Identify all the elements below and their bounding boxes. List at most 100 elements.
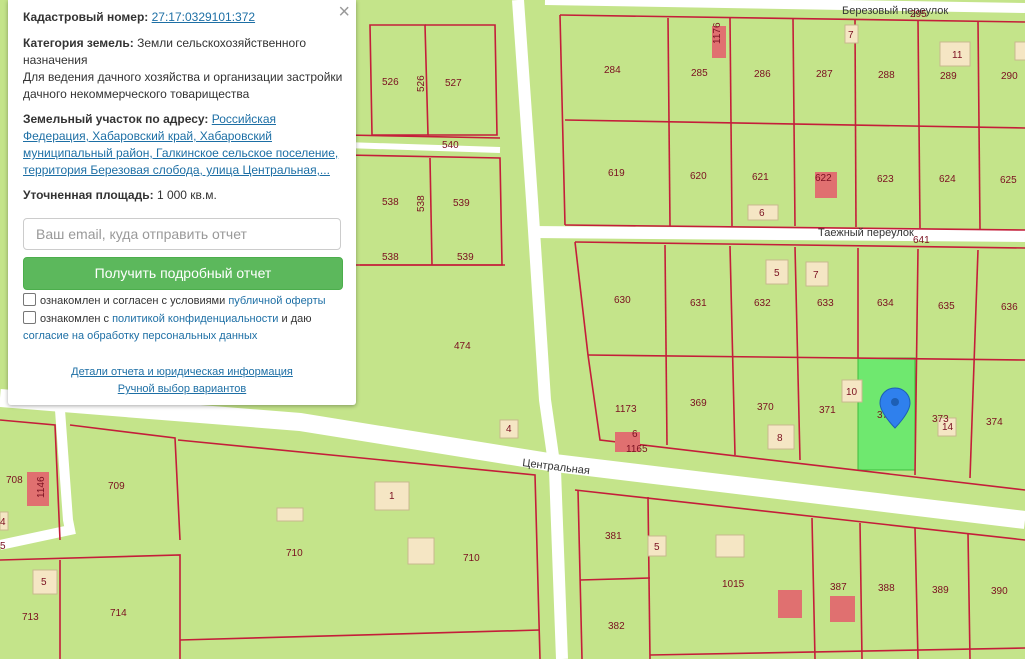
parcel-label: 1165 [626,444,648,455]
parcel-label: 369 [690,398,707,409]
parcel-label: 621 [752,172,769,183]
parcel-label: 287 [816,69,833,80]
parcel-label: 389 [932,585,949,596]
parcel-label: 636 [1001,302,1018,313]
address-link[interactable]: Федерация, Хабаровский край, Хабаровский [23,129,272,143]
parcel-label: 388 [878,583,895,594]
area-row: Уточненная площадь: 1 000 кв.м. [23,187,345,204]
public-offer-link[interactable]: публичной оферты [228,295,325,307]
parcel-label: 539 [457,252,474,263]
parcel-label: 624 [939,174,956,185]
parcel-label: 630 [614,295,631,306]
parcel-label: 290 [1001,71,1018,82]
parcel-label: 538 [382,197,399,208]
parcel-label: 6 [759,208,765,219]
category-value-2: назначения [23,53,88,67]
parcel-label: 526 [382,77,399,88]
area-label: Уточненная площадь: [23,188,154,202]
address-label: Земельный участок по адресу: [23,112,209,126]
parcel-label: 286 [754,69,771,80]
parcel-label: 289 [940,71,957,82]
parcel-label: 474 [454,341,471,352]
parcel-label: 285 [691,68,708,79]
street-label-berezovy: Березовый переулок [842,5,948,17]
consent-privacy-checkbox[interactable] [23,311,36,324]
parcel-label: 5 [0,541,6,552]
parcel-label: 5 [654,542,660,553]
consent-privacy-row: ознакомлен с политикой конфиденциальност… [23,311,343,345]
parcel-label: 539 [453,198,470,209]
category-row: Категория земель: Земли сельскохозяйстве… [23,35,345,103]
parcel-label: 381 [605,531,622,542]
details-row: Детали отчета и юридическая информация [8,366,356,378]
parcel-label: 710 [286,548,303,559]
parcel-label: 619 [608,168,625,179]
parcel-label: 7 [848,30,854,41]
parcel-label: 5 [41,577,47,588]
parcel-label: 4 [0,517,6,528]
parcel-label: 641 [913,235,930,246]
parcel-label: 387 [830,582,847,593]
usage-line2: дачного некоммерческого товарищества [23,87,250,101]
parcel-info-panel: × Кадастровый номер: 27:17:0329101:372 К… [8,0,356,405]
parcel-label: 382 [608,621,625,632]
address-link[interactable]: муниципальный район, Галкинское сельское… [23,146,338,160]
personal-data-link[interactable]: согласие на обработку персональных данны… [23,330,257,342]
parcel-label: 1015 [722,579,745,590]
get-report-button[interactable]: Получить подробный отчет [23,257,343,290]
parcel-label: 10 [846,387,858,398]
parcel-label: 538 [416,195,427,212]
consent-privacy-text: ознакомлен с [40,313,110,325]
area-value: 1 000 кв.м. [156,188,217,202]
parcel-label: 5 [774,268,780,279]
address-link[interactable]: Российская [212,112,276,126]
parcel-label: 620 [690,171,707,182]
category-value: Земли сельскохозяйственного [137,36,307,50]
parcel-label: 527 [445,78,462,89]
parcel-label: 1146 [36,476,47,498]
parcel-label: 633 [817,298,834,309]
parcel-label: 526 [416,75,427,92]
parcel-label: 635 [938,301,955,312]
usage-line1: Для ведения дачного хозяйства и организа… [23,70,343,84]
parcel-label: 622 [815,173,832,184]
parcel-label: 14 [942,422,954,433]
cadastral-label: Кадастровый номер: [23,10,149,24]
parcel-label: 713 [22,612,39,623]
parcel-label: 623 [877,174,894,185]
parcel-label: 284 [604,65,621,76]
parcel-label: 7 [813,270,819,281]
parcel-label: 1173 [615,404,637,415]
parcel-label: 1 [389,491,395,502]
manual-row: Ручной выбор вариантов [8,383,356,395]
parcel-label: 710 [463,553,480,564]
consent-offer-checkbox[interactable] [23,293,36,306]
parcel-label: 4 [506,424,512,435]
parcel-label: 632 [754,298,771,309]
parcel-label: 8 [777,433,783,444]
parcel-label: 295 [910,9,927,20]
parcel-label: 371 [819,405,836,416]
address-link[interactable]: территория Березовая слобода, улица Цент… [23,163,330,177]
parcel-label: 374 [986,417,1003,428]
parcel-label: 390 [991,586,1008,597]
parcel-label: 708 [6,475,23,486]
parcel-label: 714 [110,608,127,619]
parcel-label: 288 [878,70,895,81]
parcel-label: 631 [690,298,707,309]
privacy-policy-link[interactable]: политикой конфиденциальности [112,313,278,325]
address-row: Земельный участок по адресу: Российская … [23,111,345,179]
parcel-label: 11 [952,50,963,61]
email-input[interactable] [23,218,341,250]
parcel-label: 538 [382,252,399,263]
cadastral-number-row: Кадастровый номер: 27:17:0329101:372 [23,9,345,26]
parcel-label: 6 [632,429,638,440]
parcel-label: 709 [108,481,125,492]
consent-offer-text: ознакомлен и согласен с условиями [40,295,226,307]
parcel-label: 625 [1000,175,1017,186]
report-details-link[interactable]: Детали отчета и юридическая информация [71,366,293,378]
manual-selection-link[interactable]: Ручной выбор вариантов [118,383,246,395]
cadastral-number-link[interactable]: 27:17:0329101:372 [152,10,255,24]
consent-offer-row: ознакомлен и согласен с условиями публич… [23,293,343,310]
parcel-label: 1176 [712,22,723,44]
